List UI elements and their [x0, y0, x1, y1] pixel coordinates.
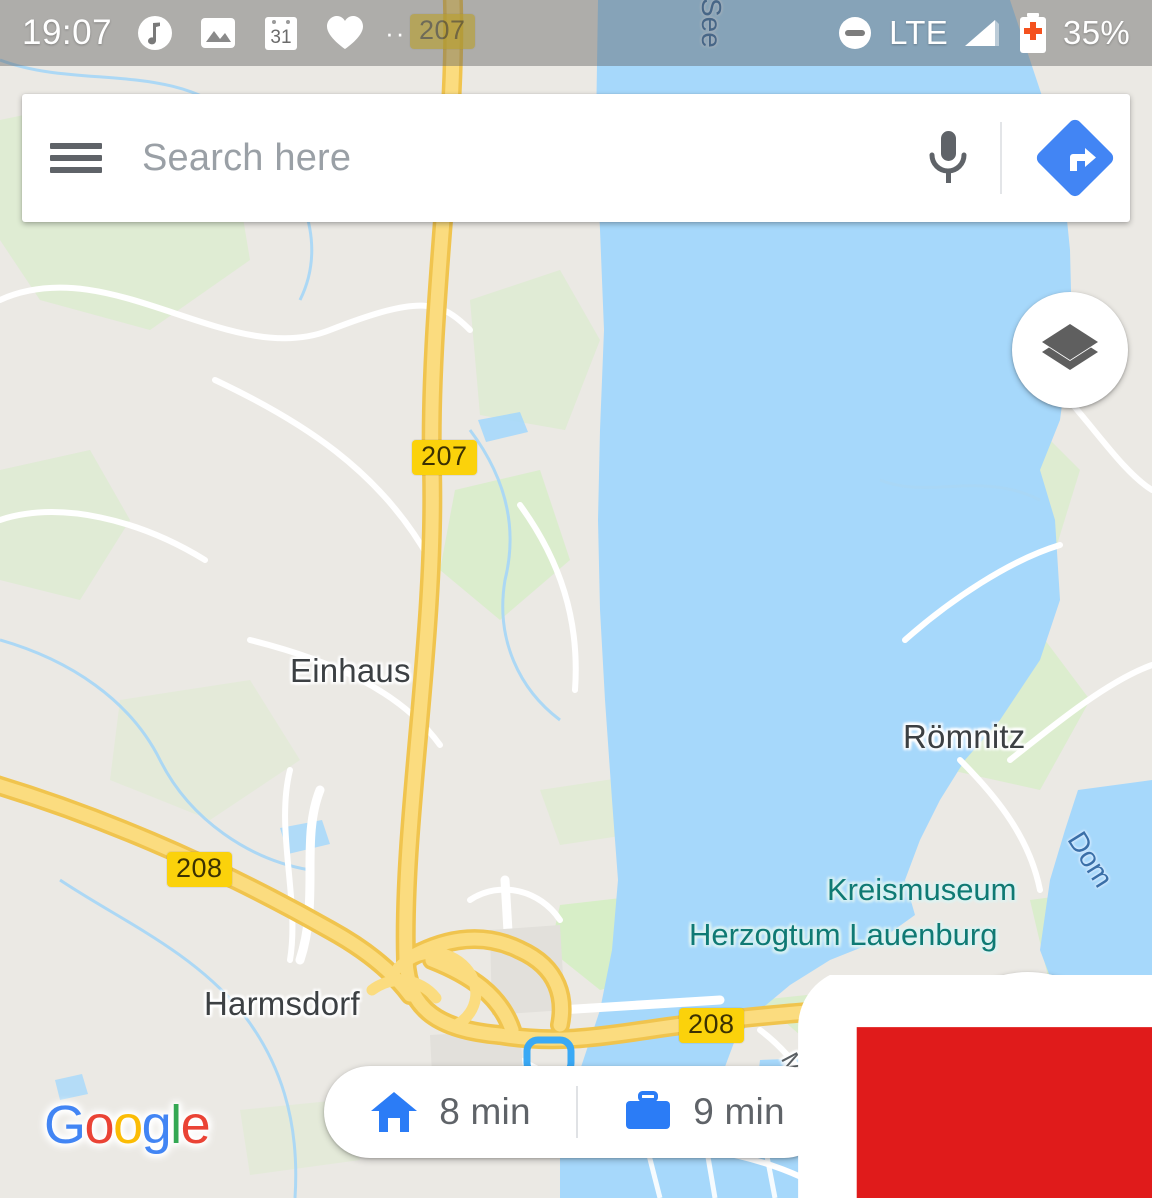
google-logo-letter-4: l — [170, 1095, 182, 1155]
google-logo-letter-5: e — [180, 1095, 211, 1155]
search-input[interactable]: Search here — [130, 137, 900, 180]
microphone-icon[interactable] — [900, 125, 996, 191]
status-bar: 19:07 31 ·· LTE 35% — [0, 0, 1152, 66]
google-maps-app: Einhaus Römnitz Harmsdorf R Kreismuseum … — [0, 0, 1152, 1198]
hamburger-bar-2 — [50, 155, 102, 161]
google-logo-letter-2: o — [113, 1095, 143, 1155]
google-logo-letter-1: o — [84, 1095, 115, 1155]
signal-bars-icon — [961, 14, 1003, 52]
arrow-fill — [856, 1027, 1152, 1198]
music-note-icon — [135, 13, 175, 53]
google-logo-letter-3: g — [141, 1095, 172, 1155]
notification-overflow-dots: ·· — [385, 18, 407, 48]
search-bar[interactable]: Search here — [22, 94, 1130, 222]
health-heart-icon — [324, 13, 366, 53]
hamburger-bar-3 — [50, 167, 102, 173]
do-not-disturb-icon — [834, 12, 876, 54]
hamburger-bar-1 — [50, 143, 102, 149]
layers-icon — [1042, 324, 1098, 370]
battery-percentage-label: 35% — [1063, 14, 1130, 51]
directions-icon[interactable] — [1020, 117, 1130, 199]
museum-poi-pin[interactable] — [1056, 884, 1110, 950]
battery-charging-icon — [1016, 11, 1050, 55]
calendar-day-number: 31 — [271, 27, 292, 48]
home-icon — [371, 1092, 418, 1132]
status-bar-right: LTE 35% — [834, 11, 1130, 55]
search-bar-divider — [1000, 122, 1002, 194]
status-clock: 19:07 — [22, 13, 113, 52]
google-logo-letter-0: G — [44, 1095, 86, 1155]
red-down-arrow-annotation — [450, 975, 1152, 1198]
status-bar-left: 19:07 31 ·· — [22, 12, 406, 54]
hamburger-menu-icon[interactable] — [22, 137, 130, 179]
calendar-icon: 31 — [261, 12, 301, 54]
layers-button[interactable] — [1012, 292, 1128, 408]
google-logo: Google — [44, 1094, 211, 1156]
network-type-label: LTE — [889, 14, 949, 51]
photos-icon — [198, 13, 238, 53]
